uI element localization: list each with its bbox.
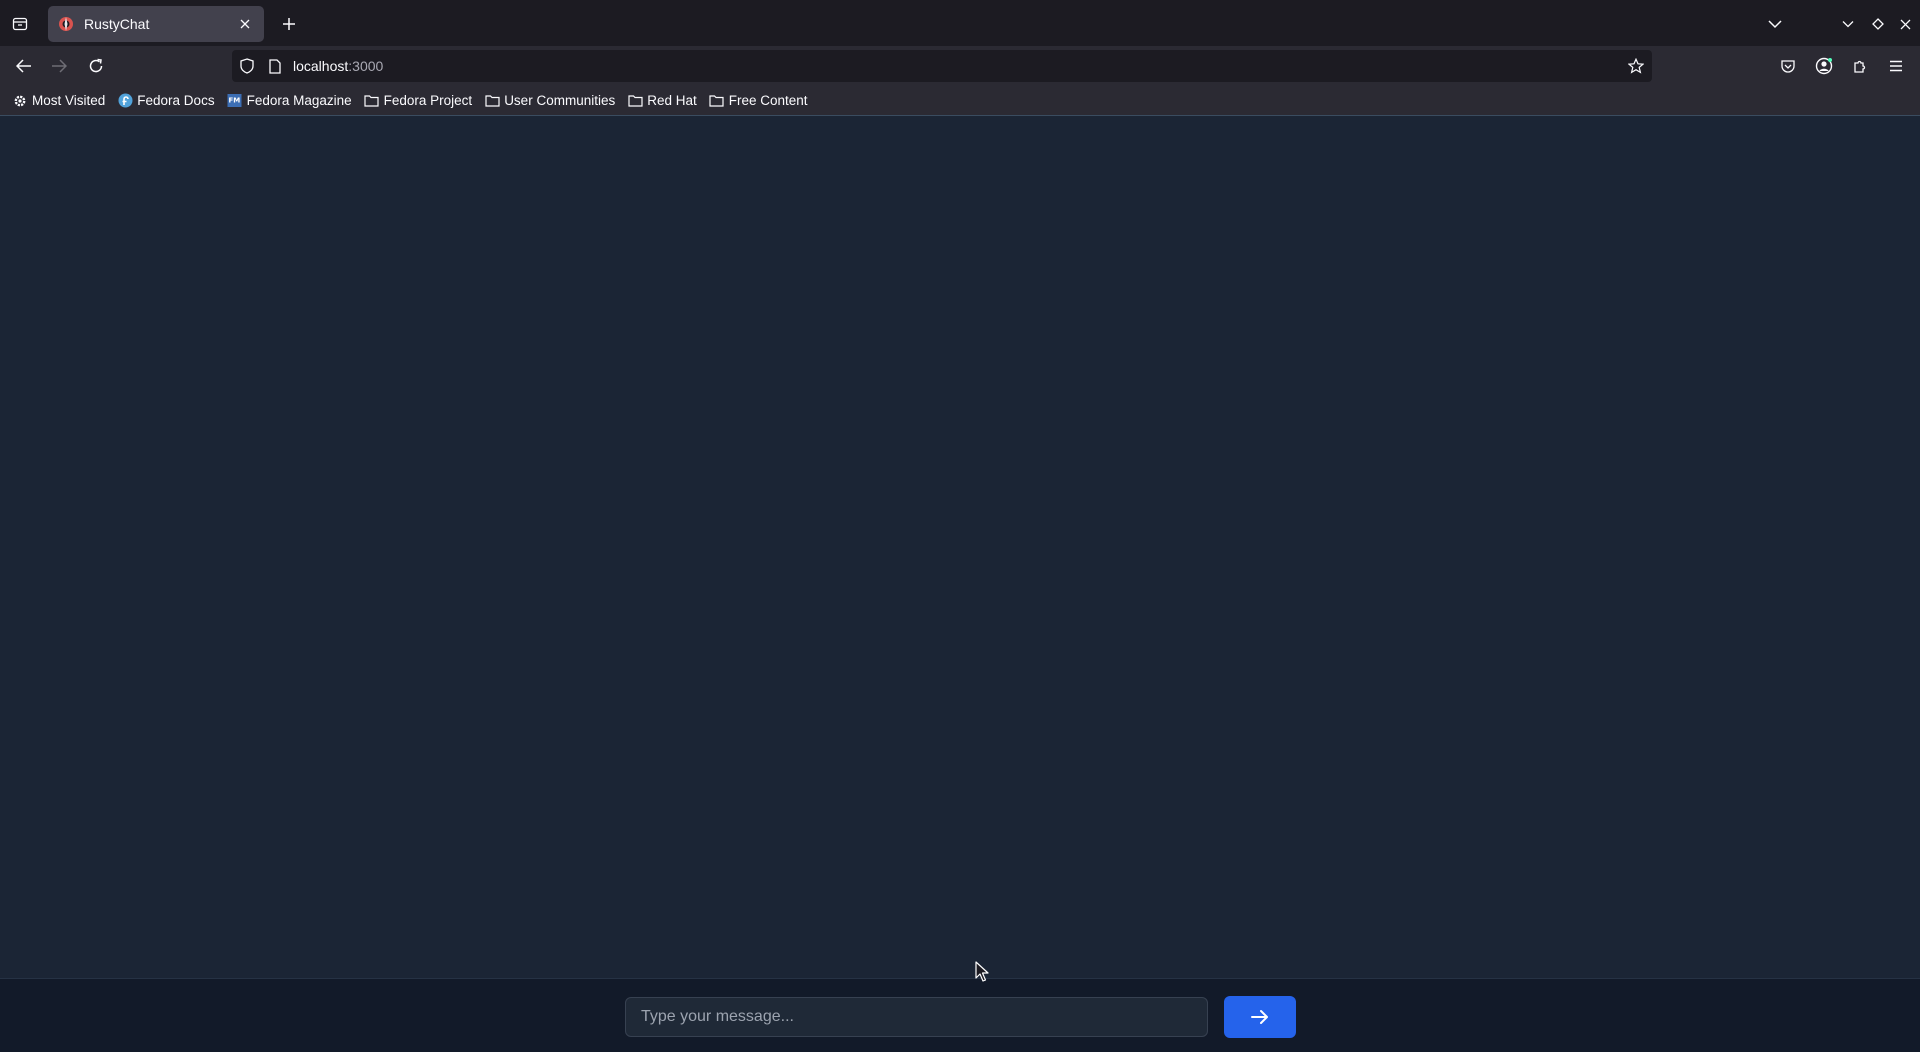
bookmark-label: Free Content <box>728 93 808 108</box>
tab-strip: RustyChat <box>0 0 1920 46</box>
arrow-right-icon <box>1251 1010 1268 1024</box>
bookmark-most-visited[interactable]: Most Visited <box>12 89 105 113</box>
chevron-down-icon <box>1768 20 1782 29</box>
folder-icon <box>627 93 643 109</box>
account-button[interactable] <box>1812 54 1836 78</box>
hamburger-menu-icon <box>1890 60 1902 72</box>
bookmark-fedora-magazine[interactable]: FM Fedora Magazine <box>227 89 352 113</box>
navigation-toolbar: localhost:3000 <box>0 46 1920 86</box>
tracking-protection-button[interactable] <box>238 57 256 75</box>
firefox-view-button[interactable] <box>8 12 32 36</box>
folder-icon <box>709 93 725 109</box>
bookmark-label: Red Hat <box>647 93 697 108</box>
site-info-button[interactable] <box>266 57 284 75</box>
app-menu-button[interactable] <box>1884 54 1908 78</box>
page-content <box>0 117 1920 1052</box>
tab-rustychat[interactable]: RustyChat <box>48 6 264 42</box>
tab-close-button[interactable] <box>236 15 254 33</box>
bookmark-fedora-project[interactable]: Fedora Project <box>364 89 473 113</box>
back-button[interactable] <box>12 54 36 78</box>
send-button[interactable] <box>1224 996 1296 1038</box>
reload-button[interactable] <box>84 54 108 78</box>
list-all-tabs-button[interactable] <box>1764 14 1786 34</box>
maximize-icon <box>1872 18 1884 30</box>
page-icon <box>269 58 281 74</box>
arrow-right-icon <box>52 59 67 73</box>
bookmark-red-hat[interactable]: Red Hat <box>627 89 697 113</box>
mouse-cursor-icon <box>975 961 989 982</box>
extensions-button[interactable] <box>1848 54 1872 78</box>
close-icon <box>1900 19 1910 29</box>
url-text: localhost:3000 <box>293 58 383 74</box>
minimize-icon <box>1842 21 1854 28</box>
maximize-button[interactable] <box>1868 14 1888 34</box>
message-composer <box>0 978 1920 1052</box>
url-port: :3000 <box>348 58 384 74</box>
bookmarks-toolbar: Most Visited Fedora Docs FM Fedora Magaz… <box>0 86 1920 116</box>
bookmark-label: Most Visited <box>32 93 106 108</box>
bookmark-label: Fedora Docs <box>137 93 215 108</box>
pocket-icon <box>1781 60 1795 73</box>
url-host: localhost <box>293 58 349 74</box>
bookmark-label: User Communities <box>504 93 616 108</box>
rustychat-favicon-icon <box>59 17 73 31</box>
new-tab-button[interactable] <box>278 13 300 35</box>
message-input[interactable] <box>625 997 1208 1037</box>
folder-icon <box>364 93 380 109</box>
puzzle-icon <box>1854 60 1866 73</box>
fedora-magazine-icon: FM <box>227 93 243 109</box>
minimize-button[interactable] <box>1838 14 1858 34</box>
bookmark-fedora-docs[interactable]: Fedora Docs <box>117 89 215 113</box>
svg-text:FM: FM <box>229 97 241 105</box>
arrow-left-icon <box>16 59 31 73</box>
bookmark-star-button[interactable] <box>1626 56 1646 76</box>
bookmark-free-content[interactable]: Free Content <box>709 89 808 113</box>
chat-messages-area[interactable] <box>0 117 1920 978</box>
bookmark-label: Fedora Magazine <box>246 93 352 108</box>
close-icon <box>240 19 250 29</box>
firefox-view-icon <box>12 17 28 31</box>
bookmark-label: Fedora Project <box>383 93 473 108</box>
shield-icon <box>240 58 254 74</box>
folder-icon <box>484 93 500 109</box>
forward-button[interactable] <box>47 54 71 78</box>
fedora-icon <box>117 93 133 109</box>
window-close-button[interactable] <box>1895 14 1915 34</box>
gear-icon <box>12 93 28 109</box>
plus-icon <box>283 18 295 30</box>
reload-icon <box>89 58 103 73</box>
bookmark-user-communities[interactable]: User Communities <box>484 89 615 113</box>
url-bar[interactable]: localhost:3000 <box>232 50 1652 82</box>
pocket-button[interactable] <box>1776 54 1800 78</box>
star-icon <box>1628 58 1644 74</box>
account-icon <box>1815 57 1833 75</box>
tab-title: RustyChat <box>84 16 150 32</box>
